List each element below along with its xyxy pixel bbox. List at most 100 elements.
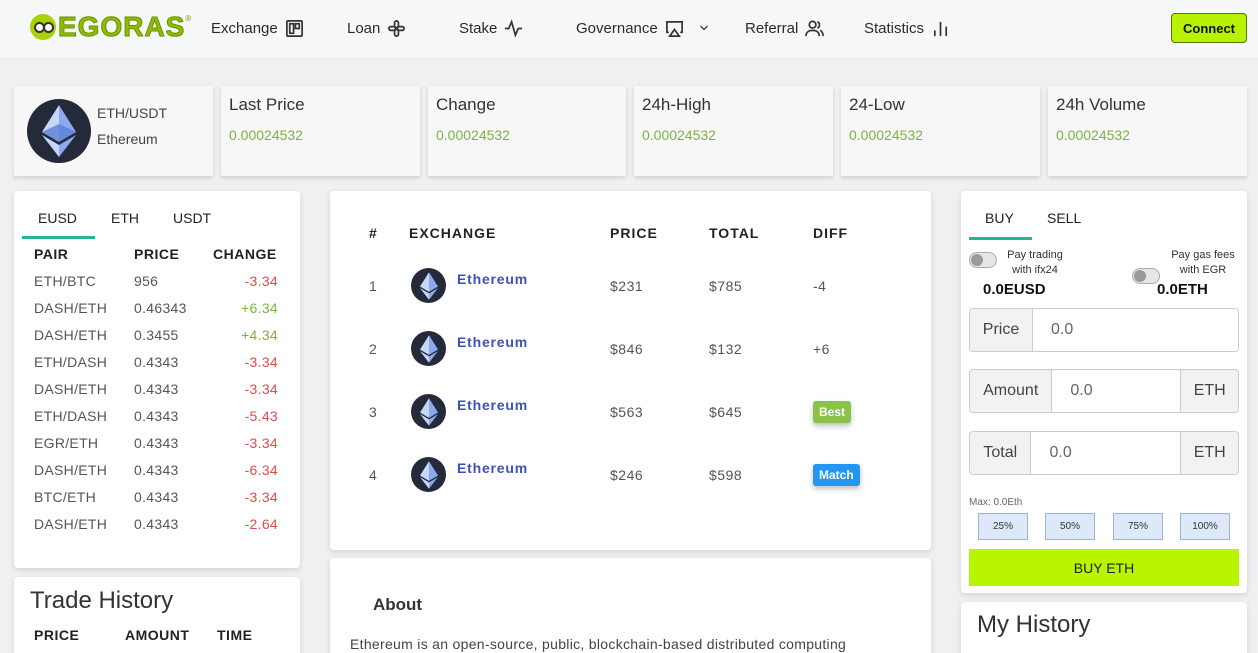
pair-name: Ethereum [97, 131, 158, 147]
history-col-amount: AMOUNT [125, 627, 190, 643]
exchange-row[interactable]: 1 Ethereum $231 $785 -4 [330, 265, 931, 305]
exchange-row[interactable]: 4 Ethereum $246 $598 Match [330, 454, 931, 494]
market-row[interactable]: DASH/ETH 0.4343 -6.34 [14, 462, 300, 484]
exchange-total: $598 [709, 467, 743, 483]
pay-ifx24-label: Pay trading with ifx24 [1001, 248, 1069, 278]
market-row[interactable]: DASH/ETH 0.4343 -3.34 [14, 381, 300, 403]
users-icon [805, 20, 825, 36]
total-input-group: Total ETH [969, 431, 1239, 475]
tab-sell[interactable]: SELL [1047, 210, 1081, 226]
nav-stake-label: Stake [459, 19, 498, 37]
ethereum-icon [411, 331, 446, 366]
tab-buy[interactable]: BUY [985, 210, 1014, 226]
pair-symbol: ETH/USDT [97, 105, 167, 121]
exchange-rank: 3 [369, 404, 378, 420]
exchange-row[interactable]: 3 Ethereum $563 $645 Best [330, 391, 931, 431]
tab-usdt[interactable]: USDT [173, 210, 211, 226]
pay-egr-toggle[interactable] [1132, 268, 1160, 284]
percent-50-button[interactable]: 50% [1045, 513, 1095, 540]
nav-statistics-label: Statistics [864, 19, 925, 37]
ticker-value: 0.00024532 [229, 127, 303, 143]
percent-100-button[interactable]: 100% [1180, 513, 1230, 540]
market-row[interactable]: ETH/DASH 0.4343 -5.43 [14, 408, 300, 430]
nav-referral-label: Referral [745, 19, 799, 37]
price-prefix: Price [970, 309, 1033, 351]
market-pair: ETH/BTC [34, 273, 96, 289]
amount-input[interactable] [1052, 370, 1181, 412]
market-row[interactable]: DASH/ETH 0.3455 +4.34 [14, 327, 300, 349]
exchange-total: $132 [709, 341, 743, 357]
ticker-change: Change 0.00024532 [428, 86, 626, 176]
pair-card[interactable]: ETH/USDT Ethereum [14, 86, 213, 176]
nav-statistics[interactable]: Statistics [864, 18, 950, 38]
exchange-name-link[interactable]: Ethereum [457, 271, 528, 287]
nav-loan[interactable]: Loan [347, 18, 406, 38]
max-amount-label: Max: 0.0Eth [969, 497, 1023, 508]
market-row[interactable]: EGR/ETH 0.4343 -3.34 [14, 435, 300, 457]
connect-button[interactable]: Connect [1171, 13, 1247, 43]
pay-egr-line2: with EGR [1179, 264, 1227, 276]
col-price-header: PRICE [610, 225, 658, 241]
nav-stake[interactable]: Stake [459, 18, 523, 38]
market-change: -2.64 [244, 516, 278, 532]
chevron-down-icon [699, 25, 708, 31]
nav-loan-label: Loan [347, 19, 381, 37]
buy-eth-button[interactable]: BUY ETH [969, 549, 1239, 586]
ticker-label: 24-Low [849, 95, 905, 114]
nav-exchange[interactable]: Exchange [211, 18, 304, 38]
market-row[interactable]: BTC/ETH 0.4343 -3.34 [14, 489, 300, 511]
match-badge: Match [813, 464, 860, 486]
airplay-icon [665, 20, 683, 37]
market-pair: DASH/ETH [34, 516, 108, 532]
market-change: +4.34 [241, 327, 278, 343]
price-input[interactable] [1033, 309, 1238, 351]
exchange-price: $563 [610, 404, 644, 420]
total-prefix: Total [970, 432, 1032, 474]
percent-25-button[interactable]: 25% [978, 513, 1028, 540]
amount-prefix: Amount [970, 370, 1053, 412]
price-input-group: Price [969, 308, 1239, 352]
exchange-price: $246 [610, 467, 644, 483]
tab-eusd[interactable]: EUSD [38, 210, 77, 226]
pay-ifx24-toggle[interactable] [969, 252, 997, 268]
market-row[interactable]: DASH/ETH 0.4343 -2.64 [14, 516, 300, 538]
trade-history-card: Trade History PRICE AMOUNT TIME [14, 577, 300, 653]
market-change: -3.34 [244, 435, 278, 451]
percent-75-button[interactable]: 75% [1113, 513, 1163, 540]
market-price: 0.4343 [134, 435, 179, 451]
market-price: 0.4343 [134, 381, 179, 397]
nav-referral[interactable]: Referral [745, 18, 825, 38]
amount-unit: ETH [1180, 370, 1238, 412]
best-badge: Best [813, 401, 852, 423]
ethereum-icon [411, 457, 446, 492]
exchange-price: $846 [610, 341, 644, 357]
col-exchange-header: EXCHANGE [409, 225, 497, 241]
market-pair: DASH/ETH [34, 462, 108, 478]
market-change: -5.43 [244, 408, 278, 424]
market-pair: ETH/DASH [34, 354, 108, 370]
nav-governance[interactable]: Governance [576, 18, 711, 38]
logo-text: EGORAS [57, 11, 186, 43]
market-pair: ETH/DASH [34, 408, 108, 424]
exchange-name-link[interactable]: Ethereum [457, 334, 528, 350]
tab-eth[interactable]: ETH [111, 210, 139, 226]
market-row[interactable]: ETH/DASH 0.4343 -3.34 [14, 354, 300, 376]
col-number-header: # [369, 225, 378, 241]
market-row[interactable]: ETH/BTC 956 -3.34 [14, 273, 300, 295]
egoras-logo[interactable]: EGORAS ® [30, 11, 191, 43]
col-change-header: CHANGE [213, 246, 277, 262]
about-card: About Ethereum is an open-source, public… [330, 558, 931, 653]
balance-eusd: 0.0EUSD [983, 281, 1046, 298]
nav-exchange-label: Exchange [211, 19, 278, 37]
ticker-value: 0.00024532 [436, 127, 510, 143]
exchange-name-link[interactable]: Ethereum [457, 460, 528, 476]
my-history-title: My History [977, 611, 1091, 638]
market-change: -6.34 [244, 462, 278, 478]
market-row[interactable]: DASH/ETH 0.46343 +6.34 [14, 300, 300, 322]
total-unit: ETH [1180, 432, 1238, 474]
exchange-row[interactable]: 2 Ethereum $846 $132 +6 [330, 328, 931, 368]
exchange-name-link[interactable]: Ethereum [457, 397, 528, 413]
market-pair: DASH/ETH [34, 300, 108, 316]
ticker-label: Change [436, 95, 496, 114]
total-input[interactable] [1031, 432, 1181, 474]
